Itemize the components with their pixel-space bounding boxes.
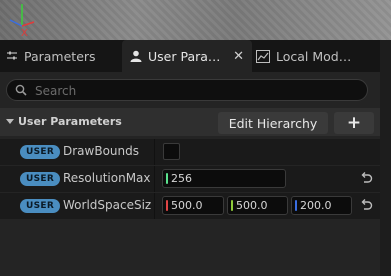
- search-input[interactable]: [33, 82, 357, 100]
- user-parameters-panel: User Parameters Edit Hierarchy + USER Dr…: [0, 72, 380, 276]
- right-gutter: [379, 40, 391, 276]
- field-value: 500.0: [171, 199, 203, 212]
- column-divider[interactable]: [154, 166, 155, 192]
- user-icon: [130, 50, 142, 62]
- user-badge: USER: [20, 172, 61, 186]
- field-value: 500.0: [236, 199, 268, 212]
- viewport-background: [0, 0, 391, 40]
- vector-x-field[interactable]: 500.0: [162, 196, 224, 215]
- reset-to-default-icon[interactable]: [359, 199, 373, 211]
- z-axis-indicator: [295, 200, 297, 211]
- collapse-arrow-icon[interactable]: [6, 119, 14, 124]
- tab-bar: Parameters User Para… ✕ Local Mod…: [0, 40, 380, 72]
- axis-x-label: X: [21, 28, 28, 36]
- tab-parameters[interactable]: Parameters: [0, 40, 126, 72]
- add-parameter-button[interactable]: +: [334, 112, 374, 134]
- parameter-row: USER WorldSpaceSize 500.0 500.0 200.0: [0, 193, 380, 219]
- parameter-row: USER DrawBounds: [0, 139, 380, 165]
- edit-hierarchy-button[interactable]: Edit Hierarchy: [218, 112, 328, 134]
- value-indicator: [166, 173, 168, 184]
- field-value: 256: [171, 172, 192, 185]
- field-value: 200.0: [300, 199, 332, 212]
- parameter-name: ResolutionMax: [63, 171, 151, 185]
- search-box[interactable]: [6, 79, 368, 101]
- viewport[interactable]: X: [0, 0, 391, 40]
- user-badge: USER: [20, 199, 61, 213]
- user-badge: USER: [20, 145, 61, 159]
- resolution-max-field[interactable]: 256: [162, 169, 286, 188]
- tab-user-parameters[interactable]: User Para… ✕: [122, 40, 252, 72]
- sliders-icon: [7, 51, 17, 60]
- parameter-row: USER ResolutionMax 256: [0, 166, 380, 192]
- tab-label: User Para…: [148, 48, 221, 64]
- tab-local-modules[interactable]: Local Mod…: [248, 40, 388, 72]
- category-title: User Parameters: [18, 115, 122, 128]
- vector-y-field[interactable]: 500.0: [227, 196, 288, 215]
- parameter-name: WorldSpaceSize: [63, 198, 151, 212]
- reset-to-default-icon[interactable]: [359, 172, 373, 184]
- tab-label: Local Mod…: [276, 48, 352, 64]
- axis-gizmo-icon: X: [9, 4, 35, 36]
- parameter-name: DrawBounds: [63, 144, 139, 158]
- column-divider[interactable]: [154, 193, 155, 219]
- drawbounds-checkbox[interactable]: [163, 143, 180, 160]
- column-divider[interactable]: [154, 139, 155, 165]
- tab-label: Parameters: [24, 48, 96, 64]
- search-icon: [15, 84, 27, 96]
- chart-icon: [256, 49, 270, 63]
- y-axis-indicator: [231, 200, 233, 211]
- vector-z-field[interactable]: 200.0: [291, 196, 352, 215]
- close-tab-icon[interactable]: ✕: [233, 49, 244, 64]
- x-axis-indicator: [166, 200, 168, 211]
- category-header[interactable]: User Parameters Edit Hierarchy +: [0, 108, 380, 136]
